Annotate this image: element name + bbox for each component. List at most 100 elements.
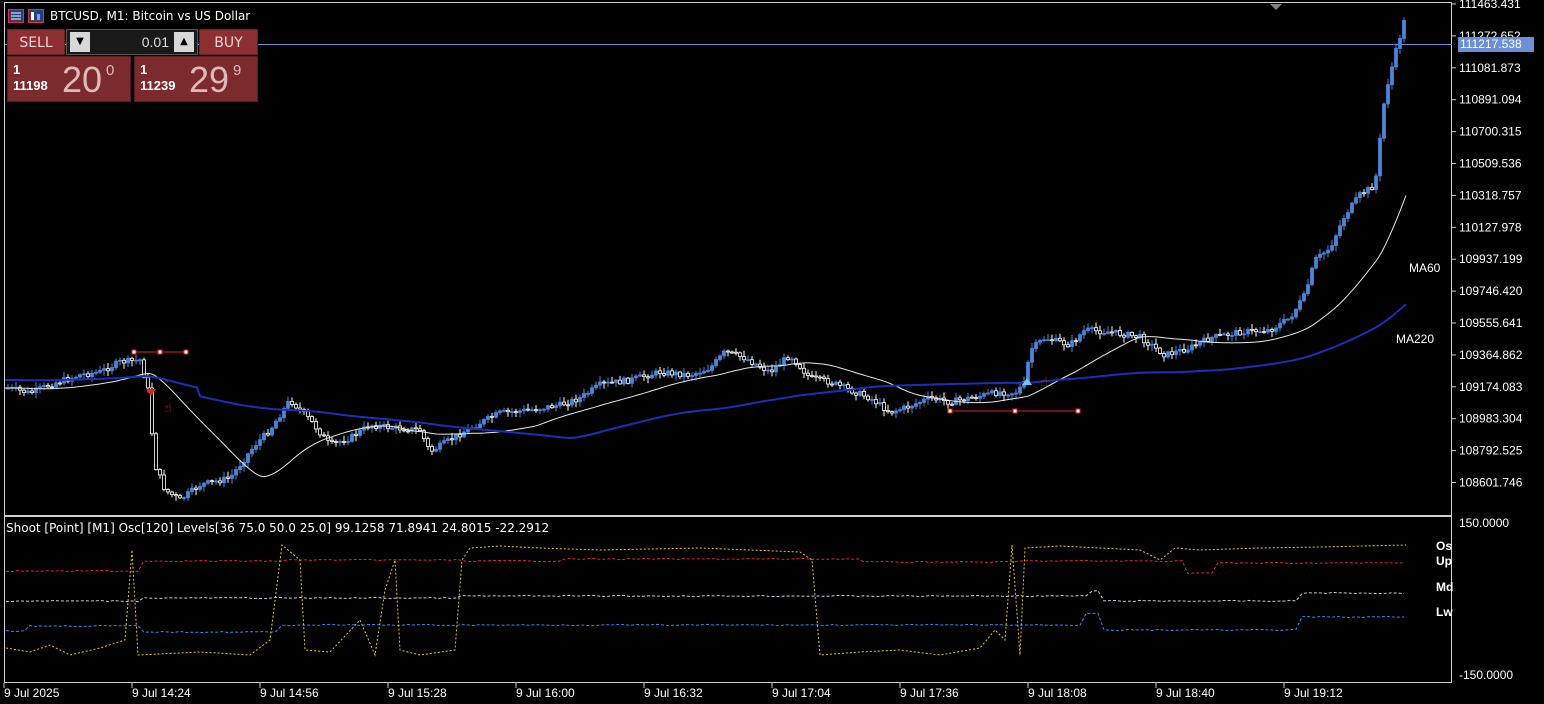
candle-body [742, 356, 746, 361]
time-tick-label: 9 Jul 14:56 [260, 686, 319, 700]
candle-body [290, 400, 294, 405]
candle-body [238, 466, 242, 470]
candle-body [458, 434, 462, 438]
price-tick-label: 108792.525 [1459, 444, 1523, 458]
candle-body [702, 370, 706, 374]
candle-body [1210, 336, 1214, 342]
candle-body [1258, 331, 1262, 334]
candle-body [862, 391, 866, 397]
candle-body [478, 423, 482, 429]
candle-body [210, 480, 214, 483]
candle-body [434, 448, 438, 452]
candle-body [546, 405, 550, 410]
candle-body [1398, 38, 1402, 49]
candle-body [914, 403, 918, 407]
candle-body [1154, 343, 1158, 349]
candle-body [962, 399, 966, 402]
sell-button[interactable]: SELL [7, 29, 65, 55]
candle-body [298, 407, 302, 410]
candle-body [402, 429, 406, 432]
candle-body [206, 480, 210, 484]
hand-signal-icon: ☝ [164, 401, 172, 416]
candle-body [494, 412, 498, 418]
candle-body [866, 395, 870, 401]
price-tick-label: 110891.094 [1459, 93, 1522, 107]
candle-body [658, 370, 662, 374]
candle-body [734, 351, 738, 354]
candle-body [918, 401, 922, 405]
candle-body [838, 381, 842, 386]
candle-body [1130, 332, 1134, 337]
chart-canvas[interactable]: ☝☝ 111463.431111272.652111081.873110891.… [0, 0, 1544, 704]
candle-body [766, 369, 770, 372]
candle-body [406, 430, 410, 433]
hand-signal-icon: ☝ [1040, 375, 1048, 390]
candle-body [974, 397, 978, 399]
moving-average-lines [5, 195, 1407, 478]
candle-body [358, 429, 362, 436]
lot-increase-button[interactable]: ▲ [174, 32, 194, 52]
candle-body [230, 474, 234, 479]
candle-body [822, 376, 826, 379]
buy-button[interactable]: BUY [199, 29, 258, 55]
candle-body [730, 351, 734, 354]
candle-body [650, 374, 654, 379]
chart-menu-icon[interactable] [8, 9, 24, 23]
one-click-trading-icon[interactable] [28, 9, 44, 23]
candle-body [786, 357, 790, 361]
candle-body [910, 405, 914, 409]
candle-body [1146, 342, 1150, 346]
candle-body [670, 370, 674, 376]
candle-body [946, 400, 950, 405]
candle-body [286, 400, 290, 409]
candle-body [606, 381, 610, 384]
candle-body [162, 474, 166, 490]
candle-body [978, 395, 982, 399]
candle-body [570, 398, 574, 406]
candle-body [534, 409, 538, 412]
osc-upper-level-line [5, 557, 1405, 575]
candle-body [894, 410, 898, 414]
candle-body [706, 370, 710, 372]
chart-shift-marker-icon[interactable] [1270, 4, 1282, 10]
candle-body [1338, 225, 1342, 237]
candle-body [498, 410, 502, 413]
ma60-line [5, 195, 1407, 478]
candle-body [450, 438, 454, 441]
candle-body [1274, 327, 1278, 332]
candle-body [1378, 137, 1382, 177]
sell-price-prefix-top: 1 [13, 62, 21, 77]
candle-body [130, 357, 134, 361]
candle-body [898, 409, 902, 412]
candle-body [338, 441, 342, 443]
buy-price-box[interactable]: 1 11239 29 9 [134, 56, 258, 102]
candle-body [82, 373, 86, 376]
candle-body [438, 442, 442, 450]
candle-body [1390, 66, 1394, 86]
candle-body [642, 374, 646, 378]
osc-legend-label: Up [1436, 554, 1452, 568]
lot-decrease-button[interactable]: ▼ [70, 32, 90, 52]
candle-body [1134, 335, 1138, 338]
candle-body [154, 433, 158, 470]
time-tick-label: 9 Jul 14:24 [132, 686, 191, 700]
candle-body [1238, 330, 1242, 336]
candle-body [306, 411, 310, 417]
candle-body [1090, 327, 1094, 330]
candle-body [1218, 334, 1222, 336]
candle-body [1326, 249, 1330, 254]
candle-body [798, 364, 802, 369]
candle-body [674, 371, 678, 376]
candle-body [1266, 329, 1270, 333]
sell-price-box[interactable]: 1 11198 20 0 [7, 56, 131, 102]
candle-body [806, 372, 810, 376]
candle-body [1046, 339, 1050, 342]
candle-body [874, 399, 878, 405]
candle-body [818, 376, 822, 379]
lot-size-input[interactable]: 0.01 [93, 30, 169, 54]
trade-markers: ☝☝ [131, 349, 1081, 416]
lot-size-stepper[interactable]: ▼ 0.01 ▲ [66, 29, 198, 55]
candle-body [250, 448, 254, 455]
candle-body [666, 370, 670, 376]
candle-body [738, 352, 742, 357]
